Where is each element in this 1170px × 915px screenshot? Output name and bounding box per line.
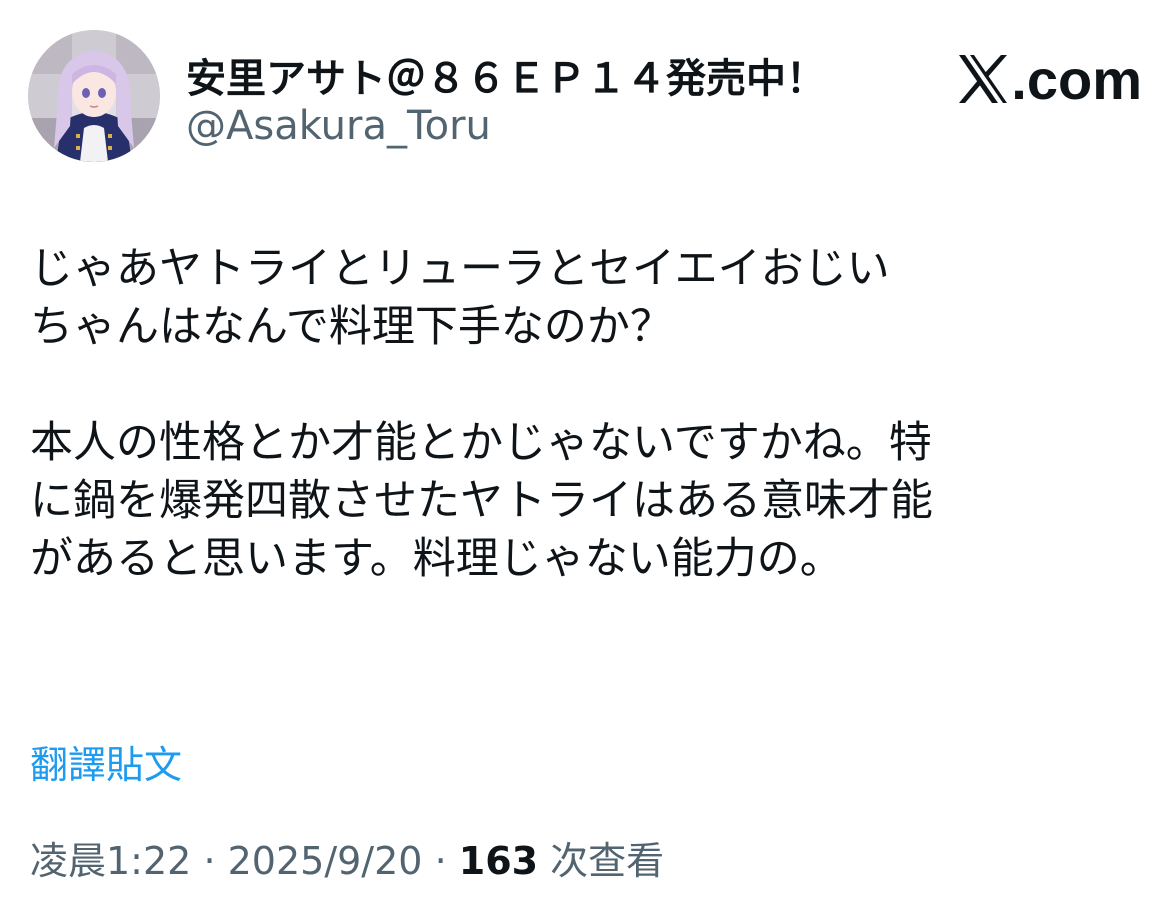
translate-post-link[interactable]: 翻譯貼文	[30, 734, 182, 789]
views-label: 次查看	[550, 839, 665, 883]
author-display-name[interactable]: 安里アサト＠８６ＥＰ１４発売中！	[186, 46, 826, 104]
brand-domain-label: .com	[1011, 47, 1142, 111]
tweet-meta: 凌晨1:22 · 2025/9/20 · 163 次查看	[30, 830, 664, 885]
views-count[interactable]: 163	[459, 839, 538, 883]
x-com-watermark: .com	[957, 48, 1142, 111]
tweet-line: じゃあヤトライとリューラとセイエイおじい	[30, 244, 890, 294]
post-date[interactable]: 2025/9/20	[228, 839, 423, 883]
tweet-body: じゃあヤトライとリューラとセイエイおじい ちゃんはなんで料理下手なのか？ 本人の…	[30, 240, 1130, 588]
tweet-line: に鍋を爆発四散させたヤトライはある意味才能	[30, 476, 933, 526]
post-time[interactable]: 凌晨1:22	[30, 839, 191, 883]
meta-separator: ·	[203, 839, 216, 883]
tweet-header: 安里アサト＠８６ＥＰ１４発売中！ @Asakura_Toru .com	[28, 30, 1142, 165]
avatar-illustration	[28, 30, 160, 162]
avatar[interactable]	[28, 30, 160, 162]
tweet-line: ちゃんはなんで料理下手なのか？	[30, 302, 673, 352]
author-handle[interactable]: @Asakura_Toru	[186, 103, 491, 149]
x-logo-icon	[959, 55, 1008, 103]
tweet-line: 本人の性格とか才能とかじゃないですかね。特	[30, 418, 932, 468]
meta-separator: ·	[434, 839, 447, 883]
tweet-line: があると思います。料理じゃない能力の。	[30, 534, 843, 584]
